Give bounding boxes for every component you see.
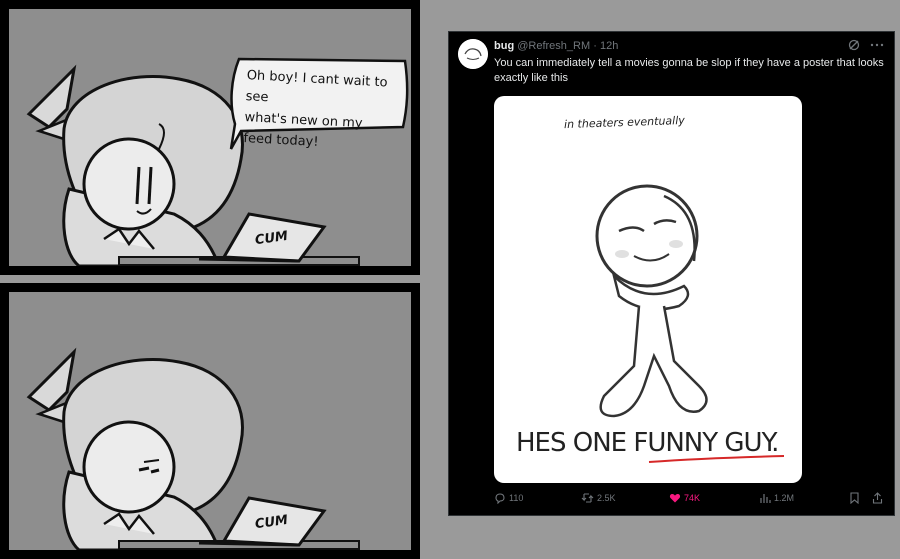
tweet-text: You can immediately tell a movies gonna … xyxy=(494,57,884,84)
bookmark-button[interactable] xyxy=(849,492,860,504)
tweet-time[interactable]: 12h xyxy=(600,40,618,52)
comic-panel-bottom-canvas: CUM xyxy=(9,292,411,550)
repost-icon xyxy=(581,493,594,503)
poster-tagline-plain: HES ONE xyxy=(516,428,634,458)
repost-count: 2.5K xyxy=(597,493,616,503)
comic-panel-top: Oh boy! I cant wait to see what's new on… xyxy=(0,0,420,275)
speech-line-2: what's new on my feed today! xyxy=(243,110,363,150)
views-icon xyxy=(760,494,771,503)
comic-panel-top-canvas: Oh boy! I cant wait to see what's new on… xyxy=(9,9,411,266)
tweet-header: bug @Refresh_RM · 12h xyxy=(494,40,618,52)
reply-icon xyxy=(495,493,505,504)
poster-tagline-underlined: FUNNY GUY. xyxy=(633,428,779,458)
like-count: 74K xyxy=(684,493,701,503)
view-count: 1.2M xyxy=(774,493,795,503)
avatar-doodle-icon xyxy=(458,39,488,69)
more-icon[interactable] xyxy=(870,39,884,54)
repost-button[interactable]: 2.5K xyxy=(581,492,616,504)
share-icon xyxy=(872,492,883,504)
like-button[interactable]: 74K xyxy=(669,492,700,504)
comic-panel-bottom: CUM xyxy=(0,283,420,559)
tweet-media-image[interactable]: in theaters eventually HES ONE FUNNY GUY… xyxy=(494,96,802,483)
bookmark-icon xyxy=(850,492,859,504)
user-handle[interactable]: @Refresh_RM xyxy=(517,40,590,52)
reply-count: 110 xyxy=(509,493,524,503)
speech-bubble: Oh boy! I cant wait to see what's new on… xyxy=(243,65,397,157)
share-button[interactable] xyxy=(872,492,883,504)
reply-button[interactable]: 110 xyxy=(494,492,523,504)
heart-icon xyxy=(669,493,681,503)
tweet-actions: 110 2.5K 74K 1.2M xyxy=(494,492,889,508)
poster-drawing xyxy=(595,184,785,463)
display-name[interactable]: bug xyxy=(494,40,514,52)
grok-icon[interactable] xyxy=(848,39,864,54)
tweet-card[interactable]: bug @Refresh_RM · 12h You can immediatel… xyxy=(448,31,895,516)
tweet-header-icons xyxy=(848,39,884,54)
avatar[interactable] xyxy=(458,39,488,69)
header-separator: · xyxy=(593,40,597,52)
views-button[interactable]: 1.2M xyxy=(759,492,794,504)
poster-tagline: HES ONE FUNNY GUY. xyxy=(516,428,779,458)
comic-drawing-bottom xyxy=(26,347,360,550)
